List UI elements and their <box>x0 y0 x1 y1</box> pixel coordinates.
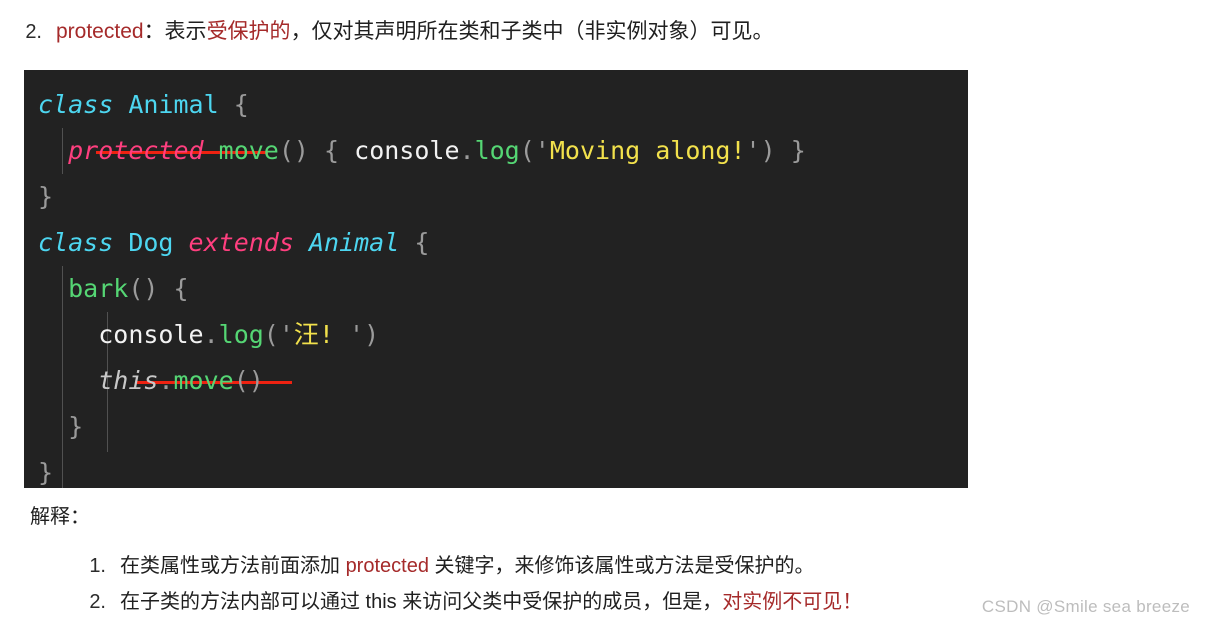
code-token-punctuation: { <box>414 228 430 257</box>
explanation-prefix: 在子类的方法内部可以通过 this 来访问父类中受保护的成员，但是， <box>120 591 723 613</box>
code-token-plain: console <box>98 320 204 349</box>
code-token-punctuation: ( <box>519 136 535 165</box>
code-token-punctuation: () <box>278 136 309 165</box>
code-token-keyword: class <box>38 228 114 257</box>
code-token-keyword: class <box>38 90 114 119</box>
code-token-punctuation: ) <box>760 136 776 165</box>
explanation-text: 在子类的方法内部可以通过 this 来访问父类中受保护的成员，但是，对实例不可见… <box>120 584 862 620</box>
code-token-this: this <box>98 366 159 395</box>
definition-emphasis: 受保护的 <box>206 20 291 43</box>
explanation-emphasis: 对实例不可见！ <box>722 591 863 613</box>
code-line: this.move() <box>38 358 968 404</box>
definition-list-item: 2. protected：表示受保护的，仅对其声明所在类和子类中（非实例对象）可… <box>0 16 1206 48</box>
code-token-type-italic: Animal <box>308 228 400 257</box>
code-token-punctuation: . <box>203 320 219 349</box>
explanation-item: 1. 在类属性或方法前面添加 protected 关键字，来修饰该属性或方法是受保… <box>0 548 1206 584</box>
code-lines: class Animal { protected move() { consol… <box>38 82 968 488</box>
explanation-text: 在类属性或方法前面添加 protected 关键字，来修饰该属性或方法是受保护的… <box>120 548 815 584</box>
code-token-extends: extends <box>188 228 294 257</box>
code-token-punctuation: ' <box>349 320 365 349</box>
code-line: console.log('汪! ') <box>38 312 968 358</box>
code-token-punctuation: { <box>173 274 189 303</box>
code-line: } <box>38 404 968 450</box>
code-token-punctuation: } <box>68 412 84 441</box>
code-token-punctuation: ) <box>364 320 380 349</box>
code-token-string: Moving along! <box>549 136 746 165</box>
code-token-punctuation: ' <box>278 320 294 349</box>
code-token-type: Animal <box>128 90 219 119</box>
definition-text: protected：表示受保护的，仅对其声明所在类和子类中（非实例对象）可见。 <box>56 16 774 48</box>
definition-separator: ：表示 <box>143 20 207 43</box>
code-token-function: move <box>173 366 234 395</box>
code-token-punctuation: ' <box>534 136 550 165</box>
code-token-string: 汪! <box>293 320 350 349</box>
code-token-punctuation: { <box>324 136 340 165</box>
code-token-function: bark <box>68 274 129 303</box>
code-token-punctuation: ( <box>263 320 279 349</box>
code-line: bark() { <box>38 266 968 312</box>
code-token-type: Dog <box>128 228 174 257</box>
definition-rest: ，仅对其声明所在类和子类中（非实例对象）可见。 <box>290 20 774 43</box>
list-marker: 1. <box>89 555 106 577</box>
list-marker: 2. <box>25 21 42 43</box>
code-line: class Dog extends Animal { <box>38 220 968 266</box>
code-token-modifier: protected <box>68 136 204 165</box>
explanation-heading: 解释： <box>30 506 90 528</box>
code-token-function: log <box>218 320 264 349</box>
code-token-punctuation: } <box>38 182 54 211</box>
code-line: } <box>38 174 968 220</box>
code-line: class Animal { <box>38 82 968 128</box>
code-token-punctuation: { <box>233 90 249 119</box>
keyword-protected: protected <box>56 20 144 43</box>
code-token-punctuation: ' <box>745 136 761 165</box>
code-token-function: move <box>218 136 279 165</box>
code-block: class Animal { protected move() { consol… <box>24 70 968 488</box>
list-marker: 2. <box>89 591 106 613</box>
code-token-punctuation: . <box>459 136 475 165</box>
code-content: class Animal { protected move() { consol… <box>24 70 968 488</box>
code-token-function: log <box>474 136 520 165</box>
code-token-punctuation: . <box>158 366 174 395</box>
code-token-punctuation: () <box>128 274 159 303</box>
code-token-punctuation: () <box>233 366 264 395</box>
explanation-suffix: 关键字，来修饰该属性或方法是受保护的。 <box>428 555 815 577</box>
code-token-punctuation: } <box>790 136 806 165</box>
code-line: protected move() { console.log('Moving a… <box>38 128 968 174</box>
explanation-prefix: 在类属性或方法前面添加 <box>120 555 346 577</box>
explanation-keyword: protected <box>345 555 429 577</box>
code-line: } <box>38 450 968 488</box>
code-token-punctuation: } <box>38 458 54 487</box>
csdn-watermark: CSDN @Smile sea breeze <box>981 597 1190 616</box>
code-token-plain: console <box>354 136 460 165</box>
